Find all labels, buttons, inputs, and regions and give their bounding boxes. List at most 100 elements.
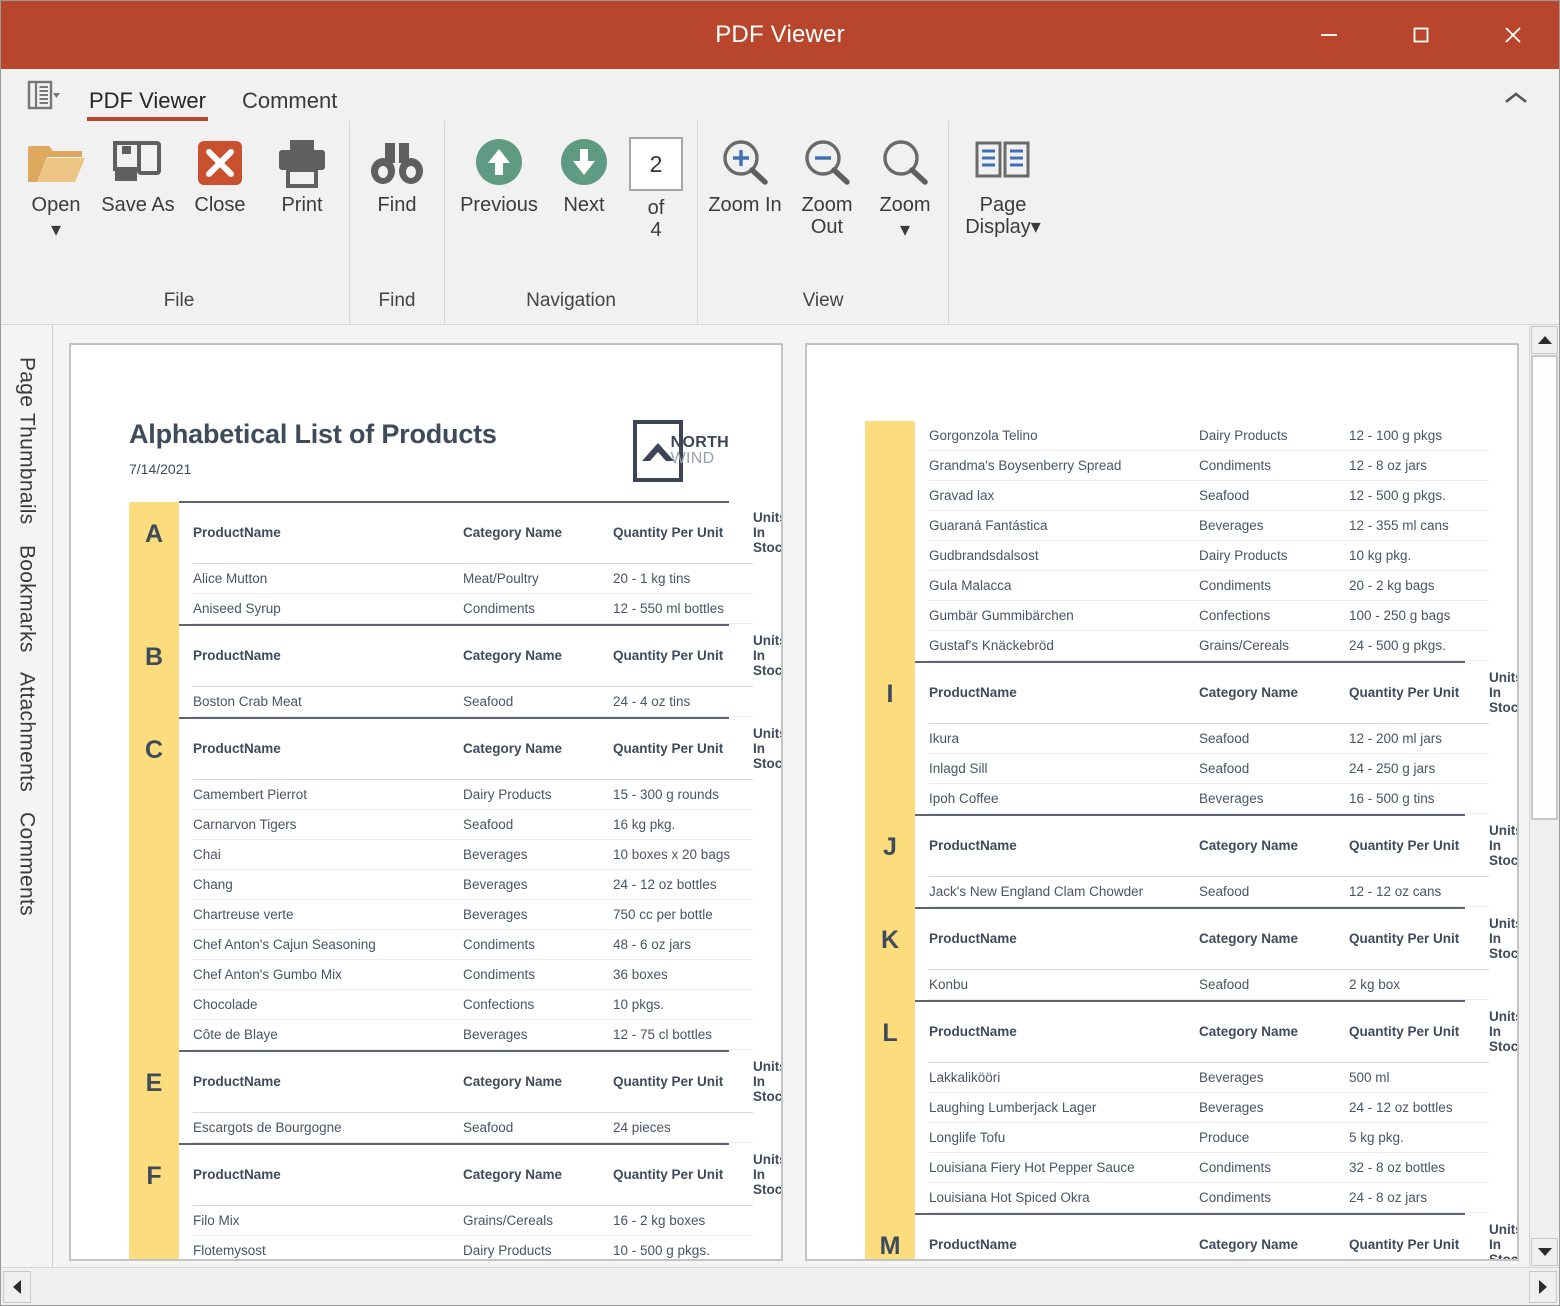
quantity-per-unit: 24 - 12 oz bottles [1349, 1092, 1489, 1123]
letter-group-body: ProductName Category Name Quantity Per Uni… [179, 501, 781, 625]
product-name: Boston Crab Meat [193, 686, 463, 717]
letter-group: F ProductName Category Name Quantity Per Un… [129, 1143, 781, 1259]
product-name: Konbu [929, 969, 1199, 1000]
quantity-per-unit: 48 - 6 oz jars [613, 929, 753, 960]
open-button[interactable]: Open ▾ [15, 129, 97, 242]
ribbon-collapse-button[interactable] [1499, 83, 1533, 113]
minimize-button[interactable] [1283, 1, 1375, 69]
category-name: Beverages [1199, 1062, 1349, 1093]
sidebar-item-attachments[interactable]: Attachments [15, 662, 39, 802]
letter-heading: L [865, 1001, 915, 1214]
pdf-page[interactable]: Alphabetical List of Products 7/14/2021 … [69, 343, 783, 1261]
open-dropdown-caret[interactable]: ▾ [51, 219, 61, 242]
sidebar-item-comments[interactable]: Comments [15, 802, 39, 926]
category-name: Seafood [1199, 723, 1349, 754]
printer-icon [274, 134, 330, 192]
ribbon-group-page-display: Page Display▾ [948, 121, 1057, 324]
product-name: Gudbrandsdalsost [929, 540, 1199, 571]
zoom-in-button-label: Zoom In [708, 194, 782, 216]
letter-group: I ProductName Category Name Quantity Per Un… [865, 661, 1517, 815]
category-name: Beverages [463, 1019, 613, 1050]
page-canvas[interactable]: Alphabetical List of Products 7/14/2021 … [53, 325, 1559, 1267]
document-body-page-2: Gorgonzola Telino Dairy Products 12 - 100 … [807, 421, 1517, 1259]
table-header-row: ProductName Category Name Quantity Per Uni… [193, 719, 781, 780]
product-name: Filo Mix [193, 1205, 463, 1236]
vertical-scroll-thumb[interactable] [1531, 355, 1558, 820]
maximize-button[interactable] [1375, 1, 1467, 69]
pdf-viewer-window: PDF Viewer PDF Viewer Comment Open ▾ Sav… [0, 0, 1560, 1306]
quantity-per-unit: 10 boxes x 20 bags [613, 839, 753, 870]
table-row: Escargots de BourgogneSeafood24 pieces62 [193, 1112, 753, 1143]
column-header: Quantity Per Unit [613, 1052, 753, 1113]
close-icon [1505, 27, 1521, 43]
ribbon-group-find: Find Find [349, 121, 444, 324]
save-as-button[interactable]: Save As [97, 129, 179, 218]
window-title: PDF Viewer [715, 21, 845, 48]
letter-group: Gorgonzola Telino Dairy Products 12 - 100 … [865, 421, 1489, 662]
horizontal-scrollbar[interactable] [1, 1267, 1559, 1305]
scroll-up-button[interactable] [1531, 326, 1558, 354]
triangle-right-icon [1539, 1279, 1547, 1294]
close-button[interactable] [1467, 1, 1559, 69]
quantity-per-unit: 24 - 8 oz jars [1349, 1182, 1489, 1213]
zoom-in-button[interactable]: Zoom In [704, 129, 786, 218]
vertical-scroll-track[interactable] [1530, 355, 1559, 1237]
letter-group-body: ProductName Category Name Quantity Per Uni… [179, 1143, 781, 1259]
table-row: Grandma's Boysenberry Spread Condiments 12… [929, 450, 1489, 481]
table-row: KonbuSeafood2 kg box24 [929, 969, 1489, 1000]
table-row: Gravad laxSeafood12 - 500 g pkgs.11 [929, 480, 1489, 511]
page-number-input[interactable]: 2 [629, 137, 683, 191]
column-header: Category Name [463, 719, 613, 780]
scroll-down-button[interactable] [1531, 1238, 1558, 1266]
quantity-per-unit: 24 - 12 oz bottles [613, 869, 753, 900]
ribbon-group-view-label: View [802, 290, 844, 311]
product-name: Gula Malacca [929, 570, 1199, 601]
zoom-dropdown-button[interactable]: Zoom ▾ [868, 129, 942, 242]
product-name: Camembert Pierrot [193, 779, 463, 810]
page-display-caret[interactable]: ▾ [1031, 216, 1041, 239]
window-controls [1283, 1, 1559, 69]
product-name: Gumbär Gummibärchen [929, 600, 1199, 631]
quantity-per-unit: 15 - 300 g rounds [613, 779, 753, 810]
tab-comment[interactable]: Comment [224, 90, 355, 121]
zoom-out-button[interactable]: Zoom Out [786, 129, 868, 239]
ribbon-groups: Open ▾ Save As Close Print File Find Fin… [1, 121, 1559, 324]
previous-page-button-label: Previous [460, 194, 538, 216]
table-row: Guaraná Fantástica Beverages 12 - 355 ml c… [929, 510, 1489, 541]
quantity-per-unit: 12 - 500 g pkgs. [1349, 480, 1489, 511]
previous-page-button[interactable]: Previous [451, 129, 547, 218]
zoom-dropdown-caret[interactable]: ▾ [900, 219, 910, 242]
close-document-icon [193, 134, 247, 192]
sidebar-item-page-thumbnails[interactable]: Page Thumbnails [15, 347, 39, 535]
tab-pdf-viewer[interactable]: PDF Viewer [71, 90, 224, 121]
find-button[interactable]: Find [356, 129, 438, 218]
viewer-area: Page Thumbnails Bookmarks Attachments Co… [1, 325, 1559, 1267]
quantity-per-unit: 5 kg pkg. [1349, 1122, 1489, 1153]
quantity-per-unit: 12 - 550 ml bottles [613, 593, 753, 624]
vertical-scrollbar[interactable] [1529, 325, 1559, 1267]
next-page-button[interactable]: Next [547, 129, 621, 218]
print-button[interactable]: Print [261, 129, 343, 218]
letter-heading: C [129, 718, 179, 1051]
arrow-up-circle-icon [471, 134, 527, 192]
quantity-per-unit: 20 - 1 kg tins [613, 563, 753, 594]
category-name: Dairy Products [463, 779, 613, 810]
letter-group: M ProductName Category Name Quantity Per Un… [865, 1213, 1517, 1259]
table-row: Filo MixGrains/Cereals16 - 2 kg boxes38 [193, 1205, 753, 1236]
category-name: Dairy Products [1199, 421, 1349, 451]
scroll-right-button[interactable] [1529, 1270, 1557, 1303]
product-name: Guaraná Fantástica [929, 510, 1199, 541]
product-name: Ikura [929, 723, 1199, 754]
category-name: Produce [1199, 1122, 1349, 1153]
scroll-left-button[interactable] [3, 1270, 31, 1303]
quantity-per-unit: 500 ml [1349, 1062, 1489, 1093]
sidebar-item-bookmarks[interactable]: Bookmarks [15, 535, 39, 663]
pdf-page[interactable]: Gorgonzola Telino Dairy Products 12 - 100 … [805, 343, 1519, 1261]
letter-group-body: ProductName Category Name Quantity Per Uni… [915, 907, 1517, 1001]
horizontal-scroll-track[interactable] [31, 1271, 1529, 1303]
page-display-button[interactable]: Page Display▾ [955, 129, 1051, 239]
document-menu-button[interactable] [17, 73, 71, 119]
product-name: Laughing Lumberjack Lager [929, 1092, 1199, 1123]
close-document-button[interactable]: Close [179, 129, 261, 218]
column-header: ProductName [193, 1052, 463, 1113]
